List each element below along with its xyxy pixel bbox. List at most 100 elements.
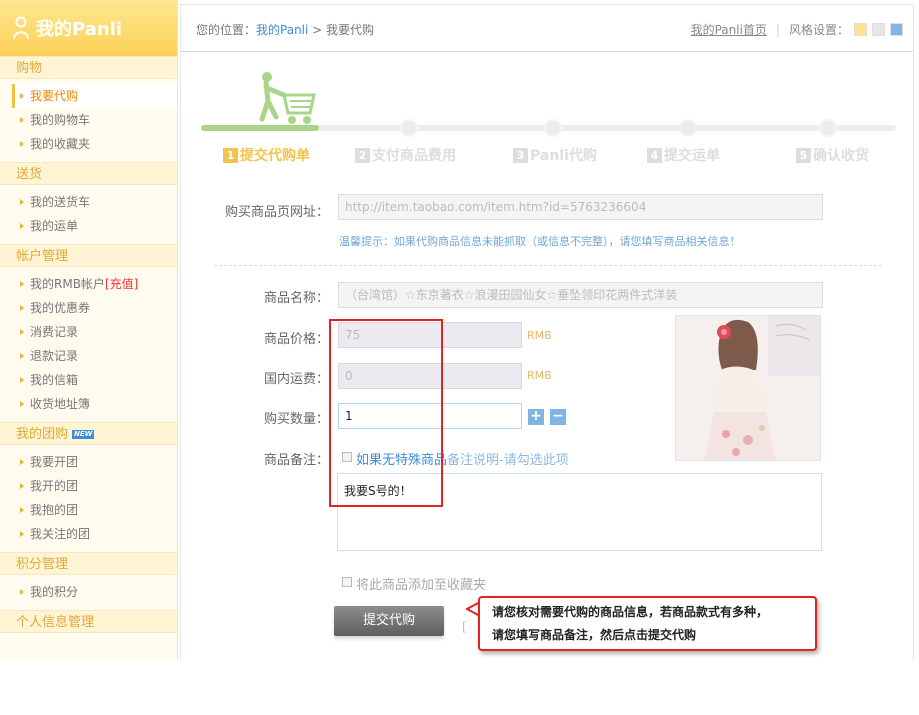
arrow-right-icon — [20, 507, 24, 513]
sidebar-section-points: 积分管理 我的积分 — [0, 552, 177, 610]
step-5: 5 确认收货 — [796, 145, 869, 165]
no-remark-hint: 备注说明-请勾选此项 — [447, 453, 569, 468]
sidebar-item-rmb-account[interactable]: 我的RMB帐户[充值] — [0, 272, 177, 296]
sidebar-item-start-group[interactable]: 我要开团 — [0, 450, 177, 474]
quantity-increase-button[interactable]: + — [528, 409, 544, 425]
step-number: 3 — [513, 148, 528, 163]
divider — [214, 265, 882, 266]
quantity-decrease-button[interactable]: − — [550, 409, 566, 425]
sidebar-item-my-points[interactable]: 我的积分 — [0, 580, 177, 604]
sidebar-heading: 积分管理 — [0, 552, 177, 575]
quantity-label: 购买数量： — [263, 412, 329, 427]
step-node — [679, 119, 697, 137]
step-label: Panli代购 — [530, 148, 597, 164]
no-remark-checkbox-label: 如果无特殊商品备注说明-请勾选此项 — [356, 449, 569, 468]
theme-swatch-yellow[interactable] — [854, 23, 867, 36]
tooltip-line: 请您填写商品备注，然后点击提交代购 — [492, 628, 697, 642]
top-bar: 您的位置：我的Panli > 我要代购 我的Panli首页 | 风格设置： — [180, 4, 914, 52]
sidebar-item-refunds[interactable]: 退款记录 — [0, 344, 177, 368]
sidebar-item-coupons[interactable]: 我的优惠券 — [0, 296, 177, 320]
no-remark-checkbox[interactable] — [342, 452, 352, 462]
sidebar-item-my-groups[interactable]: 我开的团 — [0, 474, 177, 498]
step-1: 1 提交代购单 — [223, 145, 310, 165]
add-favorites-checkbox[interactable] — [342, 577, 352, 587]
logo-text: 我的Panli — [36, 19, 123, 40]
product-photo — [676, 316, 820, 460]
sidebar-item-buy-for-me[interactable]: 我要代购 — [12, 84, 177, 108]
arrow-right-icon — [20, 281, 24, 287]
theme-swatch-gray[interactable] — [872, 23, 885, 36]
recharge-link[interactable]: [充值] — [105, 277, 138, 291]
step-number: 1 — [223, 148, 238, 163]
step-number: 2 — [355, 148, 370, 163]
sidebar-heading: 我的团购 NEW — [0, 422, 177, 445]
theme-swatch-blue[interactable] — [890, 23, 903, 36]
arrow-right-icon — [20, 93, 24, 99]
arrow-right-icon — [20, 483, 24, 489]
sidebar-item-mailbox[interactable]: 我的信箱 — [0, 368, 177, 392]
product-image — [675, 315, 821, 461]
arrow-right-icon — [20, 117, 24, 123]
sidebar-item-delivery-cart[interactable]: 我的送货车 — [0, 190, 177, 214]
quantity-input[interactable]: 1 — [338, 403, 522, 429]
home-link[interactable]: 我的Panli首页 — [691, 21, 767, 38]
sidebar-item-label: 退款记录 — [30, 349, 79, 363]
sidebar-item-cart[interactable]: 我的购物车 — [0, 108, 177, 132]
arrow-right-icon — [20, 401, 24, 407]
sidebar-section-shopping: 购物 我要代购 我的购物车 我的收藏夹 — [0, 56, 177, 162]
sidebar-item-label: 我的收藏夹 — [30, 137, 91, 151]
arrow-right-icon — [20, 531, 24, 537]
shopping-cart-figure-icon — [259, 72, 316, 124]
sidebar-item-spending[interactable]: 消费记录 — [0, 320, 177, 344]
submit-order-button[interactable]: 提交代购 — [334, 606, 444, 636]
sidebar-section-group-buy: 我的团购 NEW 我要开团 我开的团 我抱的团 我关注的团 — [0, 422, 177, 552]
name-label: 商品名称： — [263, 291, 329, 306]
url-input[interactable]: http://item.taobao.com/item.htm?id=57632… — [338, 194, 823, 220]
url-label: 购买商品页网址： — [224, 205, 329, 220]
add-favorites-text: 将此商品添加至收藏夹 — [356, 578, 487, 593]
sidebar-item-followed-groups[interactable]: 我关注的团 — [0, 522, 177, 546]
arrow-right-icon — [20, 329, 24, 335]
sidebar-item-label: 收货地址簿 — [30, 397, 91, 411]
step-label: 支付商品费用 — [372, 148, 456, 164]
top-links: 我的Panli首页 | 风格设置： — [691, 21, 903, 38]
remark-textarea[interactable]: 我要S号的！ — [337, 473, 822, 551]
step-node — [544, 119, 562, 137]
guide-tooltip: 请您核对需要代购的商品信息，若商品款式有多种， 请您填写商品备注，然后点击提交代… — [478, 596, 817, 651]
product-name-input[interactable]: （台湾馆）☆东京著衣☆浪漫田园仙女☆垂坠领印花两件式洋装 — [338, 282, 823, 308]
breadcrumb-link-my-panli[interactable]: 我的Panli — [256, 23, 308, 37]
sidebar-item-label: 我的积分 — [30, 585, 79, 599]
step-number: 4 — [647, 148, 662, 163]
sidebar-heading: 购物 — [0, 56, 177, 79]
sidebar-item-favorites[interactable]: 我的收藏夹 — [0, 132, 177, 156]
person-icon — [13, 16, 29, 40]
price-label: 商品价格： — [263, 332, 329, 347]
logo[interactable]: 我的Panli — [0, 0, 177, 56]
shipping-input[interactable]: 0 — [338, 363, 522, 389]
divider: | — [775, 22, 780, 37]
shipping-unit: RMB — [527, 369, 552, 382]
price-input[interactable]: 75 — [338, 322, 522, 348]
sidebar-item-label: 我要开团 — [30, 455, 79, 469]
sidebar-section-account: 帐户管理 我的RMB帐户[充值] 我的优惠券 消费记录 退款记录 我的信箱 收货… — [0, 244, 177, 422]
sidebar-item-address-book[interactable]: 收货地址簿 — [0, 392, 177, 416]
add-favorites-label: 将此商品添加至收藏夹 — [356, 574, 486, 593]
price-unit: RMB — [527, 329, 552, 342]
step-4: 4 提交运单 — [647, 145, 720, 165]
breadcrumb-separator: > — [308, 23, 327, 37]
step-label: 提交运单 — [664, 148, 720, 164]
step-node — [400, 119, 418, 137]
shipping-label: 国内运费： — [263, 372, 329, 387]
sidebar-heading-label: 我的团购 — [16, 427, 69, 442]
arrow-right-icon — [20, 305, 24, 311]
sidebar-section-profile: 个人信息管理 — [0, 610, 177, 633]
sidebar-item-joined-groups[interactable]: 我抱的团 — [0, 498, 177, 522]
step-node — [819, 119, 837, 137]
sidebar-item-waybills[interactable]: 我的运单 — [0, 214, 177, 238]
sidebar-item-label: 我的购物车 — [30, 113, 91, 127]
arrow-right-icon — [20, 199, 24, 205]
sidebar-heading: 个人信息管理 — [0, 610, 177, 633]
arrow-right-icon — [20, 353, 24, 359]
no-remark-link[interactable]: 如果无特殊商品 — [356, 453, 447, 468]
arrow-right-icon — [20, 377, 24, 383]
